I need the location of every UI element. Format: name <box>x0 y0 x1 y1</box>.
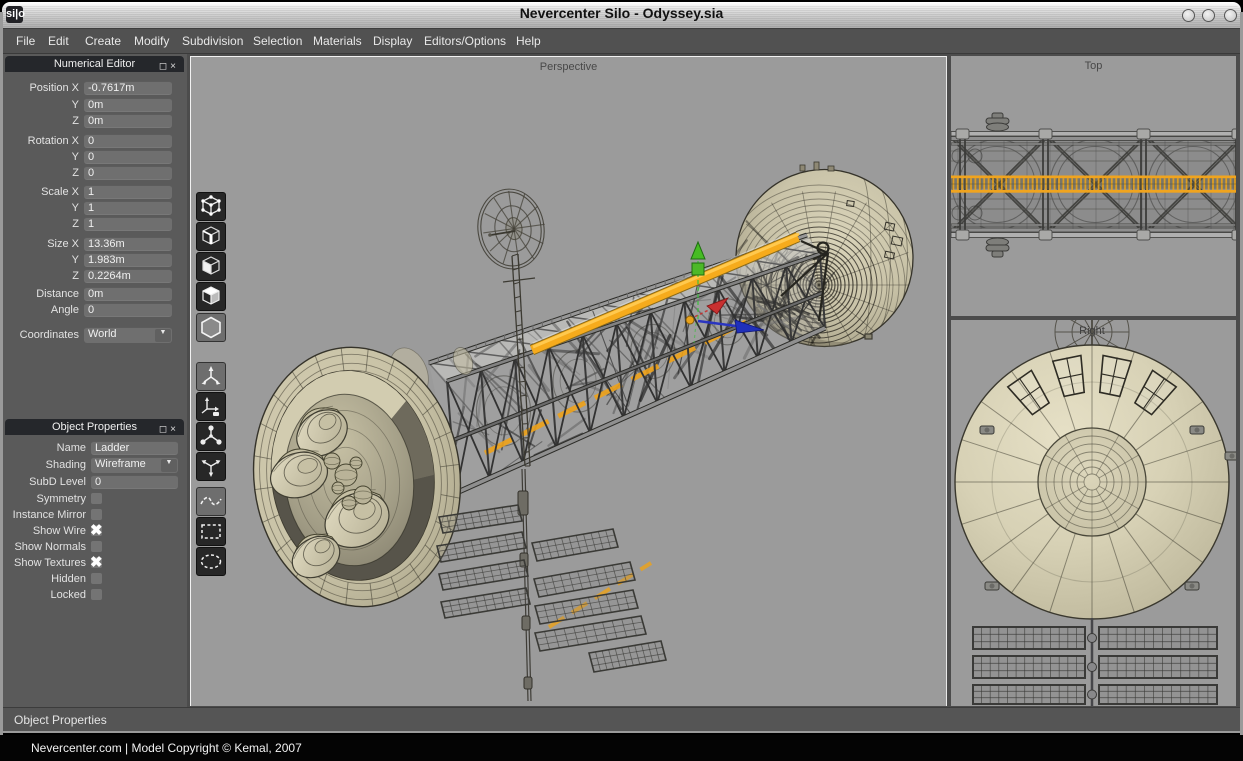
svg-text:Right: Right <box>1079 325 1105 337</box>
